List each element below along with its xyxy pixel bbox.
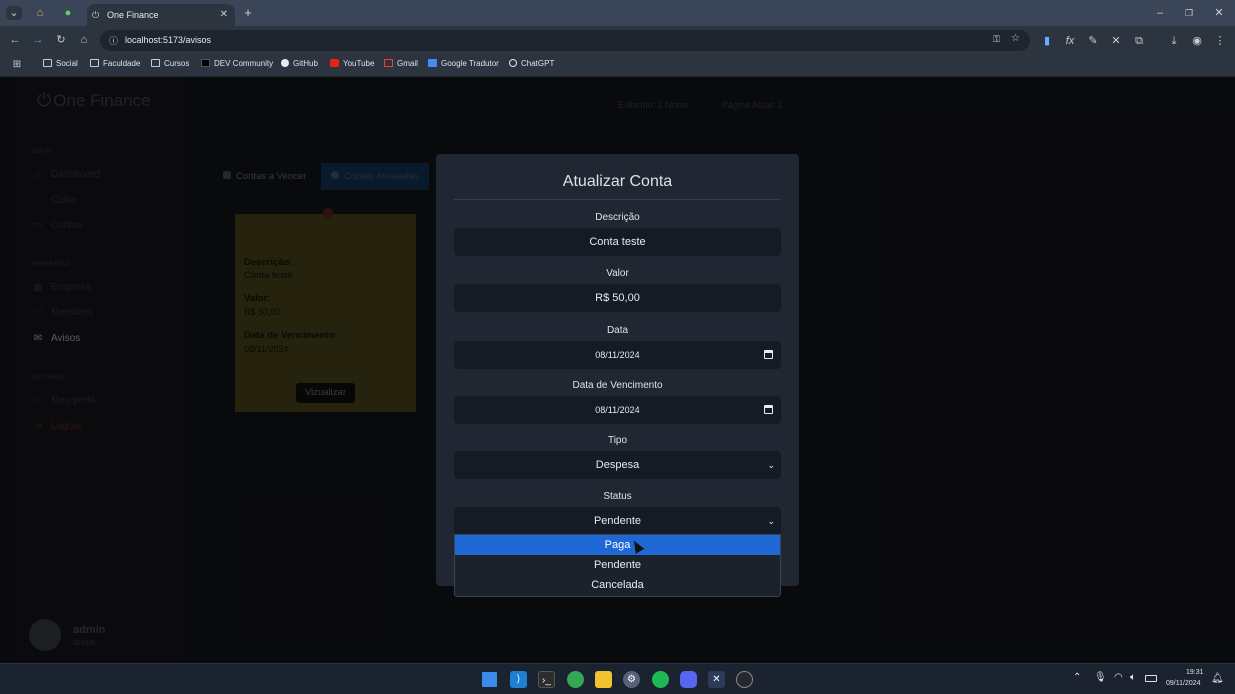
tab-title: One Finance bbox=[107, 10, 159, 20]
new-tab-icon[interactable]: + bbox=[240, 6, 256, 20]
extension-icon-2[interactable]: fx bbox=[1062, 34, 1078, 48]
calendar-icon[interactable] bbox=[764, 405, 773, 414]
vs-icon[interactable]: ✕ bbox=[708, 671, 725, 688]
translate-icon bbox=[428, 59, 437, 67]
bookmark-dev-community[interactable]: DEV Community bbox=[201, 59, 273, 68]
vscode-icon[interactable]: ⟩ bbox=[510, 671, 527, 688]
volume-icon[interactable]: 🔈︎ bbox=[1130, 672, 1136, 683]
spotify-icon[interactable] bbox=[652, 671, 669, 688]
bookmark-google-tradutor[interactable]: Google Tradutor bbox=[428, 59, 499, 68]
tab-search-icon[interactable]: ⌄ bbox=[6, 6, 22, 20]
password-key-icon[interactable]: ⚿ bbox=[993, 34, 1000, 45]
youtube-icon bbox=[330, 59, 339, 67]
bookmark-cursos[interactable]: Cursos bbox=[151, 59, 189, 68]
data-label: Data bbox=[606, 325, 629, 336]
bookmark-star-icon[interactable]: ☆ bbox=[1011, 33, 1020, 44]
taskbar: ⟩ ›_ ⚙ ✕ ⌃ 🎙︎ ◠ 🔈︎ 19:31 09/11/2024 🔔︎ bbox=[0, 663, 1235, 694]
terminal-icon[interactable]: ›_ bbox=[538, 671, 555, 688]
bookmark-github[interactable]: GitHub bbox=[281, 59, 318, 68]
modal-divider bbox=[454, 199, 781, 200]
chatgpt-icon bbox=[509, 59, 517, 67]
data-vencimento-input[interactable]: 08/11/2024 bbox=[454, 396, 781, 424]
folder-icon bbox=[151, 59, 160, 67]
tab-favicon-icon: ⏻ bbox=[92, 10, 100, 20]
tipo-label: Tipo bbox=[607, 435, 628, 446]
clock-date[interactable]: 09/11/2024 bbox=[1166, 680, 1201, 687]
bookmark-youtube[interactable]: YouTube bbox=[330, 59, 374, 68]
chevron-down-icon: ⌄ bbox=[767, 516, 775, 526]
show-hidden-icons[interactable]: ⌃ bbox=[1073, 672, 1081, 683]
profile-icon[interactable]: ◉ bbox=[1189, 34, 1205, 48]
reload-icon[interactable]: ↻ bbox=[53, 33, 69, 47]
status-option-paga[interactable]: Paga bbox=[455, 535, 780, 555]
atualizar-conta-modal: Atualizar Conta Descrição Conta teste Va… bbox=[436, 154, 799, 586]
folder-icon bbox=[43, 59, 52, 67]
settings-icon[interactable]: ⚙ bbox=[623, 671, 640, 688]
modal-title: Atualizar Conta bbox=[562, 173, 673, 190]
folder-icon bbox=[90, 59, 99, 67]
discord-icon[interactable] bbox=[680, 671, 697, 688]
restore-icon[interactable]: ❐ bbox=[1181, 6, 1197, 20]
address-bar[interactable]: ⓘ localhost:5173/avisos ⚿ ☆ bbox=[100, 30, 1030, 51]
home-icon[interactable]: ⌂ bbox=[76, 33, 92, 47]
battery-icon[interactable] bbox=[1145, 675, 1157, 682]
chrome-icon[interactable] bbox=[567, 671, 584, 688]
extension-icon-1[interactable]: ▮ bbox=[1039, 34, 1055, 48]
status-label: Status bbox=[603, 491, 632, 502]
wifi-icon[interactable]: ◠ bbox=[1114, 672, 1123, 683]
file-explorer-icon[interactable] bbox=[595, 671, 612, 688]
valor-label: Valor bbox=[606, 268, 629, 279]
chevron-down-icon: ⌄ bbox=[767, 460, 775, 470]
windows-start-icon[interactable] bbox=[482, 672, 497, 687]
gmail-icon bbox=[384, 59, 393, 67]
calendar-icon[interactable] bbox=[764, 350, 773, 359]
dev-logo-icon bbox=[201, 59, 210, 67]
tipo-select[interactable]: Despesa ⌄ bbox=[454, 451, 781, 479]
github-icon bbox=[281, 59, 289, 67]
clock-time[interactable]: 19:31 bbox=[1186, 669, 1204, 676]
minimize-icon[interactable]: – bbox=[1152, 6, 1168, 20]
notification-bell-icon[interactable]: 🔔︎ bbox=[1211, 673, 1224, 684]
extension-icon-3[interactable]: ✎ bbox=[1085, 34, 1101, 48]
site-info-icon[interactable]: ⓘ bbox=[109, 34, 118, 47]
extension-icon-4[interactable]: ✕ bbox=[1108, 34, 1124, 48]
apps-grid-icon[interactable]: ⊞ bbox=[9, 58, 25, 72]
forward-icon[interactable]: → bbox=[30, 33, 46, 47]
tab-one-finance[interactable]: ⏻ One Finance ✕ bbox=[87, 4, 235, 26]
data-input[interactable]: 08/11/2024 bbox=[454, 341, 781, 369]
browser-menu-icon[interactable]: ⋮ bbox=[1212, 34, 1228, 48]
back-icon[interactable]: ← bbox=[7, 33, 23, 47]
close-window-icon[interactable]: ✕ bbox=[1211, 6, 1227, 20]
url-text: localhost:5173/avisos bbox=[125, 35, 212, 45]
data-vencimento-label: Data de Vencimento bbox=[572, 380, 663, 391]
download-icon[interactable]: ⤓ bbox=[1166, 34, 1182, 48]
bookmark-gmail[interactable]: Gmail bbox=[384, 59, 418, 68]
valor-input[interactable]: R$ 50,00 bbox=[454, 284, 781, 312]
descricao-input[interactable]: Conta teste bbox=[454, 228, 781, 256]
descricao-label: Descrição bbox=[595, 212, 640, 223]
status-dropdown-list: Paga Pendente Cancelada bbox=[454, 534, 781, 597]
status-select[interactable]: Pendente ⌄ bbox=[454, 507, 781, 535]
microphone-icon[interactable]: 🎙︎ bbox=[1094, 672, 1107, 683]
bookmark-chatgpt[interactable]: ChatGPT bbox=[509, 59, 554, 68]
pinned-tab-icon[interactable]: ⌂ bbox=[32, 6, 48, 20]
status-option-pendente[interactable]: Pendente bbox=[455, 555, 780, 575]
bookmark-faculdade[interactable]: Faculdade bbox=[90, 59, 140, 68]
browser-tab-strip: ⌄ ⌂ ● ⏻ One Finance ✕ + – ❐ ✕ bbox=[0, 0, 1235, 26]
extensions-puzzle-icon[interactable]: ⧉ bbox=[1131, 34, 1147, 48]
bookmark-social[interactable]: Social bbox=[43, 59, 78, 68]
pinned-tab-icon-2[interactable]: ● bbox=[60, 6, 76, 20]
status-option-cancelada[interactable]: Cancelada bbox=[455, 575, 780, 595]
tab-close-icon[interactable]: ✕ bbox=[220, 9, 228, 20]
github-desktop-icon[interactable] bbox=[736, 671, 753, 688]
